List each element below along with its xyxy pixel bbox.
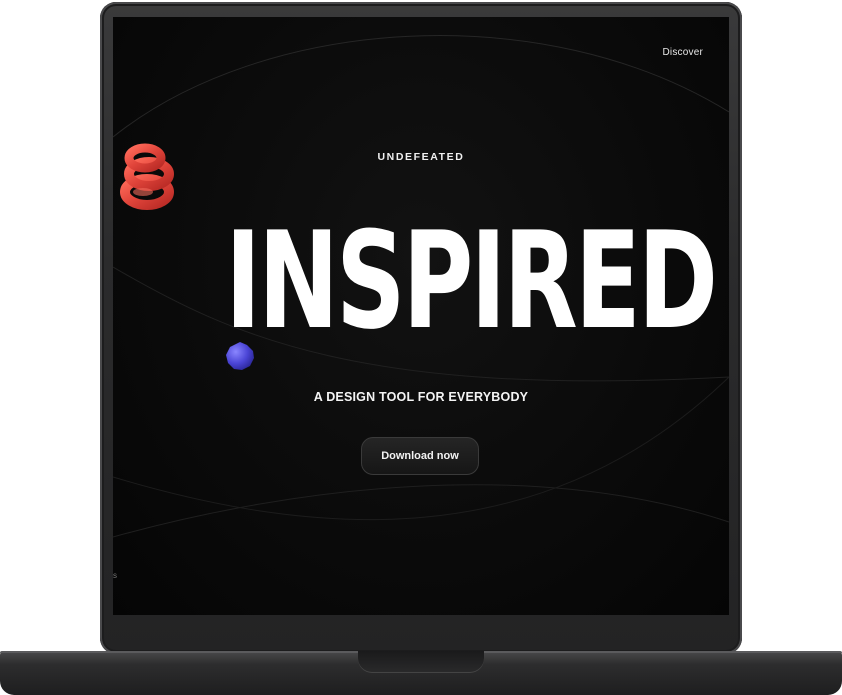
red-spiral-3d-icon	[120, 143, 174, 210]
laptop-hinge-notch	[358, 651, 484, 673]
edge-glyph: s	[113, 571, 117, 580]
device-mockup: Discover ⋮ s UNDEFEATED INSPIRED A DESIG…	[0, 0, 842, 695]
blue-sphere-3d-icon	[226, 342, 254, 370]
more-icon: ⋮	[726, 113, 729, 127]
download-now-button[interactable]: Download now	[361, 437, 479, 475]
laptop-screen: Discover ⋮ s UNDEFEATED INSPIRED A DESIG…	[113, 17, 729, 615]
hero-tagline: A DESIGN TOOL FOR EVERYBODY	[313, 390, 529, 404]
hero-eyebrow: UNDEFEATED	[377, 151, 465, 163]
hero-headline: INSPIRED	[225, 203, 718, 359]
nav-discover-link[interactable]: Discover	[663, 47, 704, 58]
